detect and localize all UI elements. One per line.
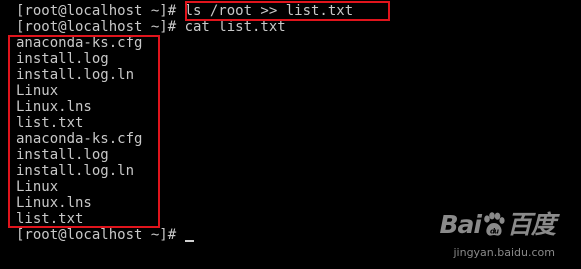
baidu-watermark: Bai du 百度 jingyan.baidu.com (415, 207, 556, 261)
terminal-window[interactable]: [root@localhost ~]# ls /root >> list.txt… (0, 0, 581, 269)
logo-text-bai: Bai (439, 210, 481, 239)
command-highlight-box (185, 1, 390, 21)
watermark-url: jingyan.baidu.com (453, 246, 555, 259)
terminal-prompt-line[interactable]: [root@localhost ~]# (16, 227, 185, 243)
logo-text-baidu: 百度 (506, 210, 556, 239)
paw-icon: du (484, 212, 505, 236)
terminal-line: [root@localhost ~]# cat list.txt (16, 19, 286, 35)
output-highlight-box (8, 35, 160, 228)
terminal-cursor (184, 240, 194, 242)
svg-text:du: du (490, 228, 499, 236)
baidu-logo: Bai du 百度 (439, 207, 556, 243)
